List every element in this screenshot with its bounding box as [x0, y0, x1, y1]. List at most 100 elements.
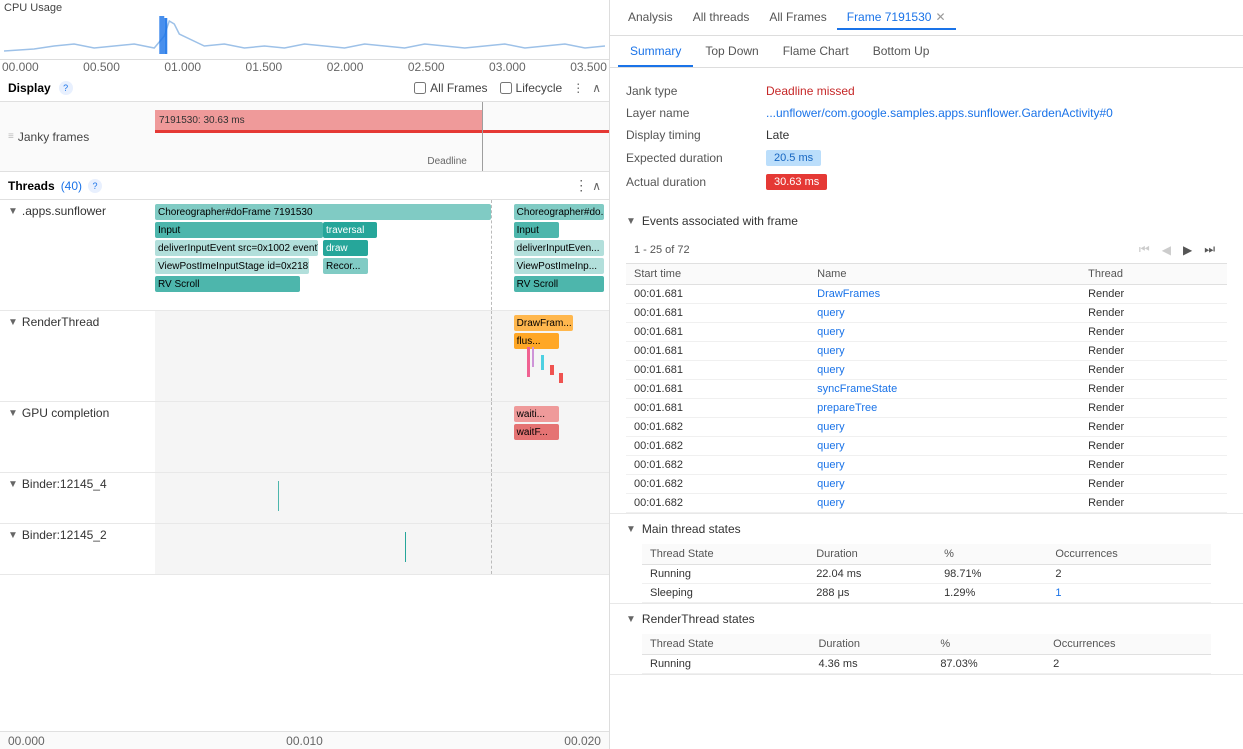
waitf-segment[interactable]: waitF...: [514, 424, 559, 440]
draw-segment[interactable]: draw: [323, 240, 368, 256]
table-row[interactable]: 00:01.682queryRender: [626, 456, 1227, 475]
threads-overflow-menu[interactable]: ⋮: [574, 177, 588, 194]
table-row[interactable]: 00:01.681syncFrameStateRender: [626, 380, 1227, 399]
binder2-deadline-line: [491, 524, 492, 574]
threads-label: Threads: [8, 179, 55, 193]
table-row[interactable]: 00:01.681queryRender: [626, 361, 1227, 380]
sub-tab-bottomup[interactable]: Bottom Up: [861, 36, 942, 67]
jank-type-value: Deadline missed: [766, 84, 1227, 98]
main-thread-states-header[interactable]: ▼ Main thread states: [610, 514, 1243, 544]
layer-name-value[interactable]: ...unflower/com.google.samples.apps.sunf…: [766, 106, 1227, 120]
rv-scroll-segment[interactable]: RV Scroll: [155, 276, 300, 292]
thread-row-binder2: ▼ Binder:12145_2: [0, 524, 609, 575]
display-collapse-icon[interactable]: ∧: [592, 81, 601, 95]
render-thread-states-header[interactable]: ▼ RenderThread states: [610, 604, 1243, 634]
table-row[interactable]: 00:01.681queryRender: [626, 304, 1227, 323]
display-timing-row: Display timing Late: [626, 124, 1227, 146]
thread-content-gpu[interactable]: waiti... waitF...: [155, 402, 609, 472]
sub-tab-flamechart[interactable]: Flame Chart: [771, 36, 861, 67]
next-page-btn[interactable]: ▶: [1179, 241, 1196, 259]
table-row[interactable]: 00:01.682queryRender: [626, 475, 1227, 494]
event-thread: Render: [1080, 437, 1227, 456]
flush-segment[interactable]: flus...: [514, 333, 559, 349]
thread-content-sunflower[interactable]: Choreographer#doFrame 7191530 Input trav…: [155, 200, 609, 310]
tab-analysis[interactable]: Analysis: [618, 0, 683, 35]
viewpost-segment[interactable]: ViewPostImeInputStage id=0x2187c3a8: [155, 258, 309, 274]
janky-frames-content[interactable]: 7191530: 30.63 ms Deadline: [155, 102, 609, 171]
event-start: 00:01.681: [626, 285, 809, 304]
gpu-deadline-line: [491, 402, 492, 472]
sub-tab-topdown[interactable]: Top Down: [693, 36, 770, 67]
prev-page-btn[interactable]: ◀: [1158, 241, 1175, 259]
event-name: query: [809, 437, 1080, 456]
choreographer-segment[interactable]: Choreographer#doFrame 7191530: [155, 204, 491, 220]
thread-row-gpu: ▼ GPU completion waiti... waitF...: [0, 402, 609, 473]
binder2-expand-arrow: ▼: [8, 530, 18, 541]
display-kebab-icon[interactable]: ⋮: [572, 81, 584, 95]
event-thread: Render: [1080, 342, 1227, 361]
first-page-btn[interactable]: ⏮: [1135, 240, 1154, 259]
close-frame-tab-icon[interactable]: ✕: [935, 10, 945, 24]
deliver-right-segment[interactable]: deliverInputEven...: [514, 240, 605, 256]
pagination-info: 1 - 25 of 72: [626, 244, 1127, 256]
deliver-input-segment[interactable]: deliverInputEvent src=0x1002 eventTimeNa…: [155, 240, 318, 256]
all-frames-checkbox[interactable]: [414, 82, 426, 94]
table-row[interactable]: 00:01.681queryRender: [626, 323, 1227, 342]
thread-content-render[interactable]: DrawFram... flus...: [155, 311, 609, 401]
main-thread-states-table: Thread State Duration % Occurrences Runn…: [642, 544, 1211, 603]
lifecycle-checkbox[interactable]: [500, 82, 512, 94]
events-section-header[interactable]: ▼ Events associated with frame: [610, 206, 1243, 236]
tab-all-threads[interactable]: All threads: [683, 0, 760, 35]
expected-duration-label: Expected duration: [626, 151, 766, 165]
pagination-row: 1 - 25 of 72 ⏮ ◀ ▶ ⏭: [626, 236, 1227, 264]
main-thread-states-table-wrapper: Thread State Duration % Occurrences Runn…: [610, 544, 1243, 603]
input-right-segment[interactable]: Input: [514, 222, 559, 238]
render-states-collapse-icon: ▼: [626, 614, 636, 625]
threads-container[interactable]: ▼ .apps.sunflower Choreographer#doFrame …: [0, 200, 609, 731]
display-row: Display ? All Frames Lifecycle ⋮ ∧: [0, 74, 609, 102]
thread-content-binder2[interactable]: [155, 524, 609, 574]
viewpost-right-segment[interactable]: ViewPostImeInp...: [514, 258, 605, 274]
table-row[interactable]: 00:01.681DrawFramesRender: [626, 285, 1227, 304]
drawframes-segment[interactable]: DrawFram...: [514, 315, 573, 331]
sub-tab-summary[interactable]: Summary: [618, 36, 693, 67]
table-row[interactable]: 00:01.682queryRender: [626, 418, 1227, 437]
thread-label-binder2[interactable]: ▼ Binder:12145_2: [0, 524, 155, 574]
thread-label-gpu[interactable]: ▼ GPU completion: [0, 402, 155, 472]
table-row[interactable]: 00:01.681queryRender: [626, 342, 1227, 361]
thread-label-render[interactable]: ▼ RenderThread: [0, 311, 155, 401]
thread-label-sunflower[interactable]: ▼ .apps.sunflower: [0, 200, 155, 310]
event-thread: Render: [1080, 418, 1227, 437]
tab-frame[interactable]: Frame 7191530 ✕: [837, 6, 956, 30]
event-start: 00:01.681: [626, 380, 809, 399]
last-page-btn[interactable]: ⏭: [1200, 240, 1219, 259]
render-expand-arrow: ▼: [8, 317, 18, 328]
thread-label-binder4[interactable]: ▼ Binder:12145_4: [0, 473, 155, 523]
render-state-name: Running: [642, 655, 810, 674]
render-col-duration: Duration: [810, 634, 932, 655]
color-bar-2: [532, 347, 534, 367]
record-segment[interactable]: Recor...: [323, 258, 368, 274]
waiti-segment[interactable]: waiti...: [514, 406, 559, 422]
table-row[interactable]: 00:01.682queryRender: [626, 437, 1227, 456]
color-bar-1: [527, 347, 530, 377]
threads-info-badge[interactable]: ?: [88, 179, 102, 193]
threads-collapse-btn[interactable]: ∧: [592, 177, 601, 194]
traversal-segment[interactable]: traversal: [323, 222, 377, 238]
main-col-occurrences: Occurrences: [1047, 544, 1211, 565]
input-segment[interactable]: Input: [155, 222, 323, 238]
display-info-badge[interactable]: ?: [59, 81, 73, 95]
table-row[interactable]: 00:01.682queryRender: [626, 494, 1227, 513]
state-percent: 1.29%: [936, 584, 1047, 603]
choreographer-right-segment[interactable]: Choreographer#do...: [514, 204, 605, 220]
table-row[interactable]: 00:01.681prepareTreeRender: [626, 399, 1227, 418]
rv-scroll-right-segment[interactable]: RV Scroll: [514, 276, 605, 292]
color-bar-3: [541, 355, 544, 370]
threads-actions: ⋮ ∧: [574, 177, 601, 194]
render-col-percent: %: [932, 634, 1045, 655]
tab-all-frames[interactable]: All Frames: [759, 0, 836, 35]
display-timing-value: Late: [766, 128, 1227, 142]
main-thread-states-label: Main thread states: [642, 522, 741, 536]
thread-content-binder4[interactable]: [155, 473, 609, 523]
event-thread: Render: [1080, 323, 1227, 342]
